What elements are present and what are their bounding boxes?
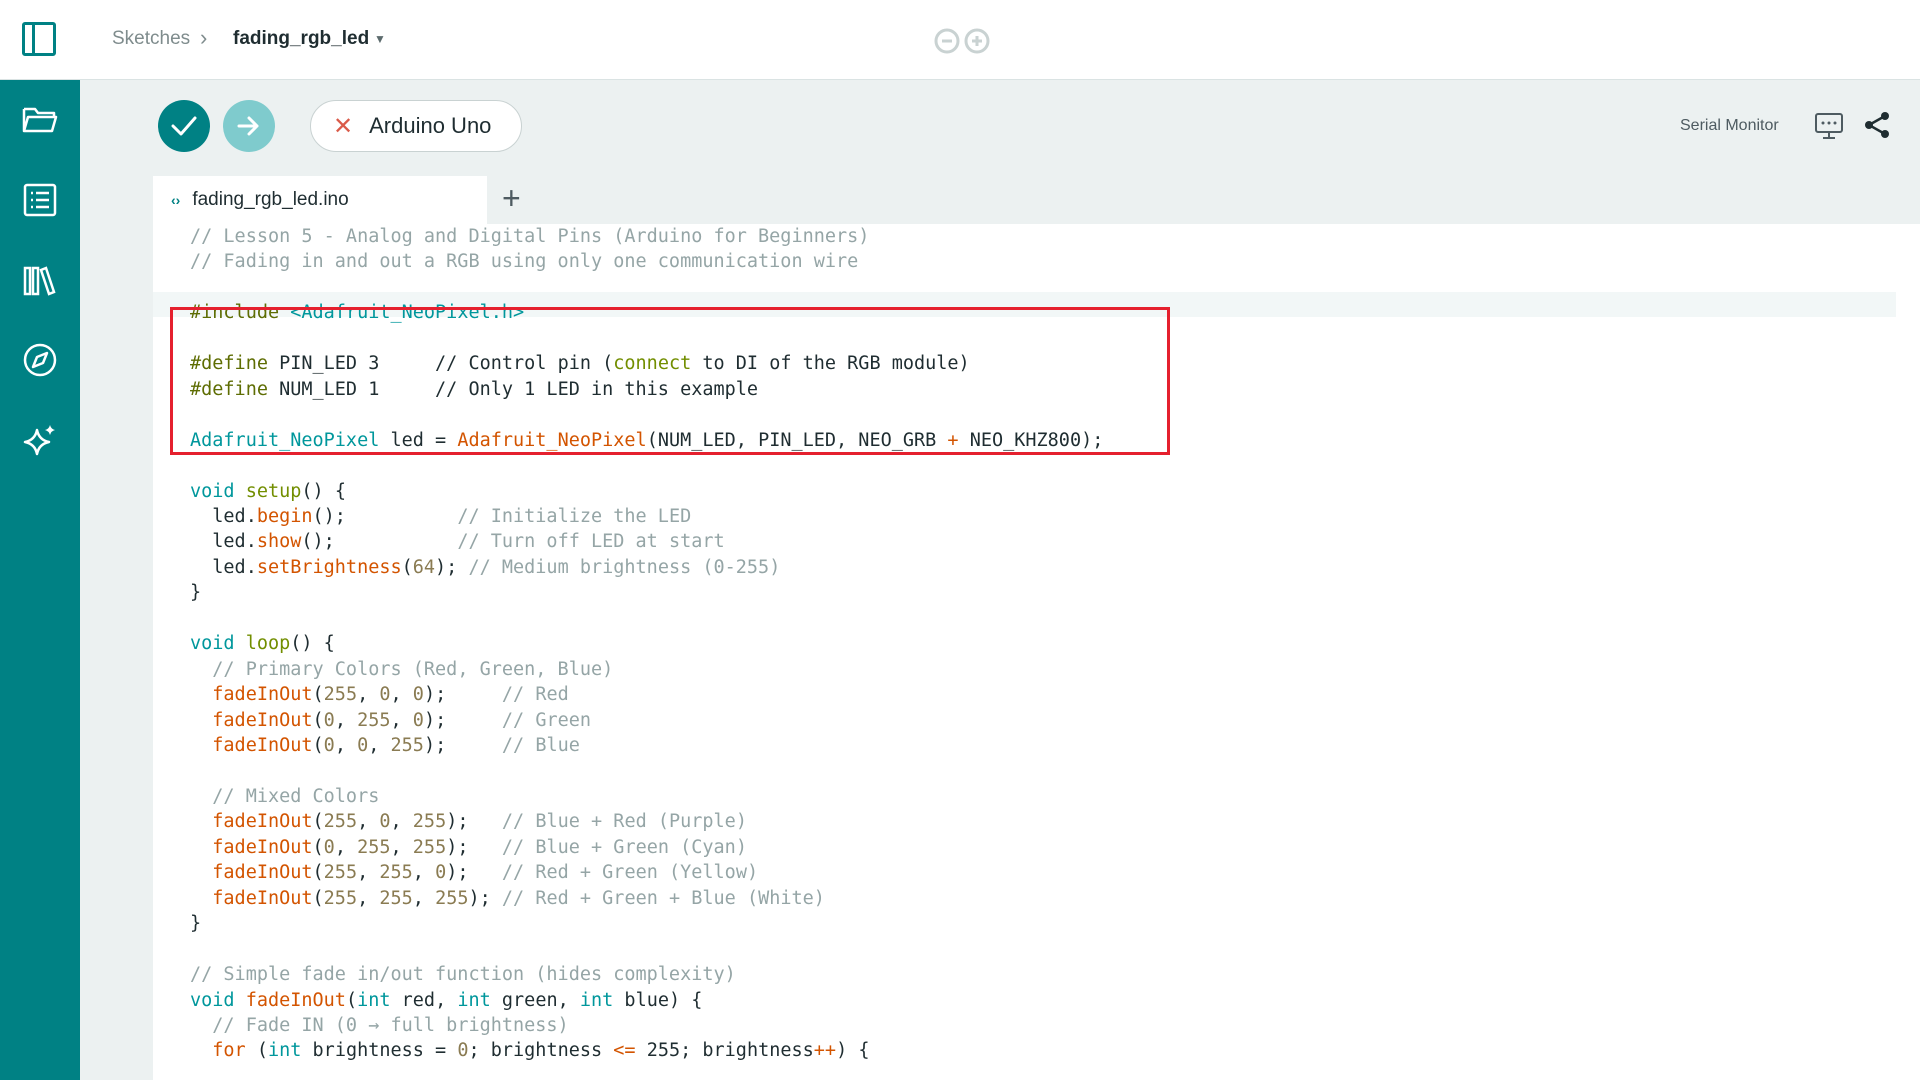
code-text: led.begin(); // Initialize the LED: [190, 505, 692, 527]
code-line[interactable]: 13 led.show(); // Turn off LED at start: [153, 529, 1920, 554]
code-text: }: [190, 913, 202, 935]
tab-fading-rgb-led[interactable]: ‹› fading_rgb_led.ino: [153, 176, 487, 224]
breadcrumb-separator: ›: [200, 25, 208, 50]
board-selector[interactable]: ✕ Arduino Uno: [310, 100, 522, 152]
code-text: fadeInOut(255, 255, 0); // Red + Green (…: [212, 862, 759, 884]
code-line[interactable]: 31void fadeInOut(int red, int green, int…: [153, 988, 1920, 1013]
code-line[interactable]: 15}: [153, 580, 1920, 605]
code-line[interactable]: 17void loop() {: [153, 631, 1920, 656]
code-line[interactable]: 25 fadeInOut(0, 255, 255); // Blue + Gre…: [153, 835, 1920, 860]
code-text: #define NUM_LED 1 // Only 1 LED in this …: [190, 378, 759, 400]
code-line[interactable]: 8: [153, 402, 1920, 427]
code-line[interactable]: 5: [153, 326, 1920, 351]
code-line[interactable]: 9Adafruit_NeoPixel led = Adafruit_NeoPix…: [153, 428, 1920, 453]
code-line[interactable]: 1// Lesson 5 - Analog and Digital Pins (…: [153, 224, 1920, 249]
tab-bar: ‹› fading_rgb_led.ino +: [80, 176, 1920, 224]
serial-monitor-icon[interactable]: [1814, 112, 1844, 140]
tab-label: fading_rgb_led.ino: [192, 189, 349, 210]
examples-list-icon[interactable]: [20, 180, 60, 220]
code-line[interactable]: 28}: [153, 911, 1920, 936]
code-text: #define PIN_LED 3 // Control pin (connec…: [190, 353, 970, 375]
code-line[interactable]: 14 led.setBrightness(64); // Medium brig…: [153, 555, 1920, 580]
code-line[interactable]: 32 // Fade IN (0 → full brightness): [153, 1013, 1920, 1038]
code-line[interactable]: 6#define PIN_LED 3 // Control pin (conne…: [153, 351, 1920, 376]
code-line[interactable]: 27 fadeInOut(255, 255, 255); // Red + Gr…: [153, 886, 1920, 911]
code-line[interactable]: 7#define NUM_LED 1 // Only 1 LED in this…: [153, 377, 1920, 402]
code-text: // Lesson 5 - Analog and Digital Pins (A…: [190, 226, 870, 247]
code-text: fadeInOut(0, 0, 255); // Blue: [212, 735, 580, 756]
code-text: void fadeInOut(int red, int green, int b…: [190, 989, 703, 1011]
code-text: fadeInOut(0, 255, 255); // Blue + Green …: [212, 836, 747, 858]
code-line[interactable]: 30// Simple fade in/out function (hides …: [153, 962, 1920, 987]
code-line[interactable]: 33 for (int brightness = 0; brightness <…: [153, 1038, 1920, 1063]
panel-toggle-icon[interactable]: [22, 22, 56, 56]
code-text: // Simple fade in/out function (hides co…: [190, 964, 736, 986]
code-line[interactable]: 2// Fading in and out a RGB using only o…: [153, 249, 1920, 274]
compass-icon[interactable]: [20, 340, 60, 380]
code-text: void loop() {: [190, 633, 335, 655]
sketch-name[interactable]: fading_rgb_led: [233, 28, 369, 50]
code-text: void setup() {: [190, 480, 346, 502]
top-bar: Sketches › fading_rgb_led ▼: [0, 0, 1920, 80]
code-line[interactable]: 22: [153, 758, 1920, 783]
code-line[interactable]: 4#include <Adafruit_NeoPixel.h>: [153, 300, 1920, 325]
code-line[interactable]: 19 fadeInOut(255, 0, 0); // Red: [153, 682, 1920, 707]
library-icon[interactable]: [20, 260, 60, 300]
arrow-right-icon: [237, 116, 259, 136]
code-text: // Fade IN (0 → full brightness): [212, 1014, 569, 1036]
code-line[interactable]: 21 fadeInOut(0, 0, 255); // Blue: [153, 733, 1920, 758]
code-line[interactable]: 29: [153, 937, 1920, 962]
sketchbook-folder-icon[interactable]: [20, 99, 60, 139]
code-text: led.setBrightness(64); // Medium brightn…: [190, 556, 781, 578]
code-line[interactable]: 16: [153, 606, 1920, 631]
code-text: fadeInOut(255, 0, 255); // Blue + Red (P…: [212, 811, 747, 833]
code-line[interactable]: 24 fadeInOut(255, 0, 255); // Blue + Red…: [153, 809, 1920, 834]
code-editor[interactable]: 1// Lesson 5 - Analog and Digital Pins (…: [153, 224, 1920, 1080]
code-text: }: [190, 582, 202, 604]
code-line[interactable]: 12 led.begin(); // Initialize the LED: [153, 504, 1920, 529]
code-line[interactable]: 26 fadeInOut(255, 255, 0); // Red + Gree…: [153, 860, 1920, 885]
breadcrumb-root[interactable]: Sketches: [112, 28, 190, 50]
upload-button[interactable]: [223, 100, 275, 152]
code-text: #include <Adafruit_NeoPixel.h>: [190, 302, 525, 324]
sidebar: [0, 80, 80, 1080]
sparkle-icon[interactable]: [20, 420, 60, 460]
disconnected-icon: ✕: [333, 112, 354, 140]
code-text: fadeInOut(255, 0, 0); // Red: [212, 684, 569, 706]
add-tab-button[interactable]: +: [502, 180, 521, 217]
share-icon[interactable]: [1862, 110, 1892, 140]
board-name: Arduino Uno: [369, 113, 492, 138]
code-line[interactable]: 10: [153, 453, 1920, 478]
serial-monitor-label[interactable]: Serial Monitor: [1680, 117, 1779, 135]
chevron-down-icon[interactable]: ▼: [374, 32, 386, 46]
code-text: fadeInOut(0, 255, 0); // Green: [212, 709, 592, 731]
verify-button[interactable]: [158, 100, 210, 152]
code-text: fadeInOut(255, 255, 255); // Red + Green…: [212, 887, 825, 909]
line-number-gutter: [80, 224, 153, 1080]
code-text: led.show(); // Turn off LED at start: [190, 531, 725, 553]
code-text: // Primary Colors (Red, Green, Blue): [212, 658, 614, 680]
toolbar: ✕ Arduino Uno Serial Monitor: [80, 80, 1920, 176]
code-line[interactable]: 18 // Primary Colors (Red, Green, Blue): [153, 657, 1920, 682]
code-line[interactable]: 11void setup() {: [153, 479, 1920, 504]
code-line[interactable]: 20 fadeInOut(0, 255, 0); // Green: [153, 708, 1920, 733]
code-text: for (int brightness = 0; brightness <= 2…: [212, 1040, 870, 1062]
check-icon: [171, 116, 197, 136]
code-line[interactable]: 3: [153, 275, 1920, 300]
code-text: // Fading in and out a RGB using only on…: [190, 251, 859, 273]
code-file-icon: ‹›: [171, 192, 181, 208]
code-text: // Mixed Colors: [212, 785, 380, 807]
code-line[interactable]: 23 // Mixed Colors: [153, 784, 1920, 809]
code-text: Adafruit_NeoPixel led = Adafruit_NeoPixe…: [190, 429, 1104, 451]
arduino-logo-icon: [934, 28, 990, 54]
